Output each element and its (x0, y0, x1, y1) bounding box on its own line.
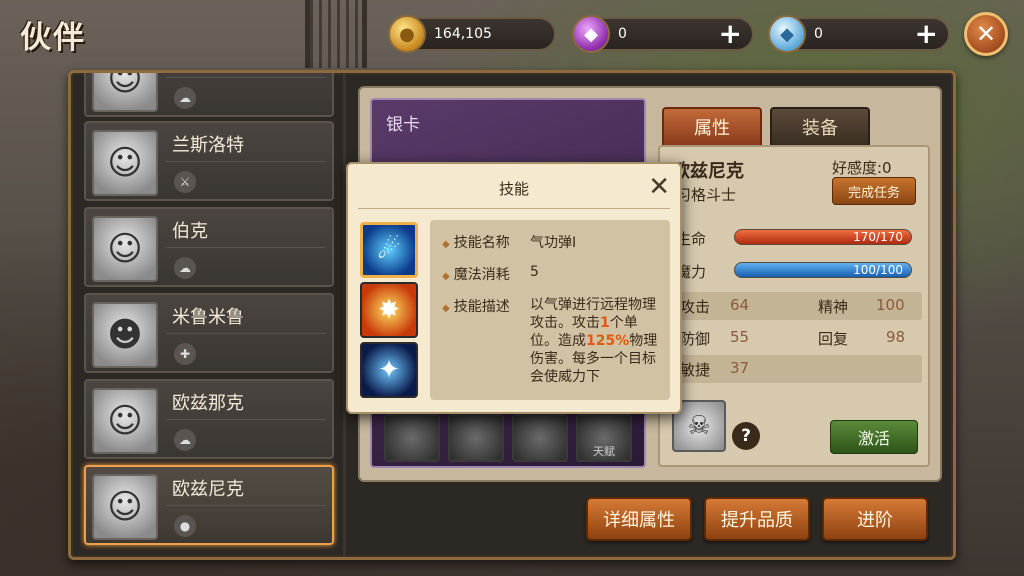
close-button[interactable]: ✕ (964, 12, 1008, 56)
diamond-icon: ◆ (768, 15, 806, 53)
gold-counter: ● 164,105 (388, 15, 556, 53)
recovery-label: 回复 (818, 330, 849, 348)
partner-avatar: ☻ (92, 302, 158, 368)
gold-coin-icon: ● (388, 15, 426, 53)
skill-popup: 技能 ✕ ☄ ✸ ✦ ◆ 技能名称 气功弹Ⅰ ◆ 魔法消耗 5 ◆ 技能描述 以气弹进… (346, 162, 682, 414)
partner-avatar: ☺ (92, 130, 158, 196)
add-diamond-button[interactable]: + (915, 20, 938, 48)
shadow-fighter-skill-icon[interactable]: ✦ (360, 342, 418, 398)
mana-cost-row: ◆ 魔法消耗 (442, 264, 510, 284)
partner-avatar: ☺ (92, 216, 158, 282)
skill-name-value: 气功弹Ⅰ (530, 235, 577, 251)
wind-icon: ☁ (174, 257, 196, 279)
blue-gem-value: 0 (814, 26, 823, 42)
card-rarity: 银卡 (386, 115, 420, 135)
bench-decoration (305, 0, 367, 68)
spirit-value: 100 (876, 296, 905, 314)
upgrade-quality-button[interactable]: 提升品质 (704, 497, 810, 541)
skill-description: 以气弹进行远程物理攻击。攻击1个单位。造成125%物理伤害。每多一个目标会使威力… (530, 296, 662, 386)
partner-name: 欧兹那克 (172, 393, 244, 414)
skill-name-label: 技能名称 (453, 235, 510, 251)
support-icon: ✚ (174, 343, 196, 365)
affinity-value: 好感度:0 (832, 159, 892, 177)
wind-icon: ☁ (174, 429, 196, 451)
card-divider (166, 161, 326, 162)
attack-icon: ⚔ (174, 171, 196, 193)
partner-card-selected[interactable]: ☺ 欧兹尼克 ● (84, 465, 334, 545)
activate-button[interactable]: 激活 (830, 420, 918, 454)
skill-desc-row: ◆ 技能描述 (442, 296, 510, 316)
gold-value: 164,105 (434, 26, 492, 42)
page-title: 伙伴 (20, 20, 86, 56)
partner-name: 伯克 (172, 221, 208, 242)
partner-avatar: ☺ (92, 388, 158, 454)
stat-row-defense: 防御 55 回复 98 (674, 324, 922, 352)
card-divider (166, 247, 326, 248)
skill-slot-3[interactable] (512, 414, 568, 462)
hero-class: 习格斗士 (676, 186, 737, 204)
popup-title: 技能 (498, 180, 529, 198)
diamond-bullet-icon: ◆ (442, 239, 450, 250)
skill-info-panel: ◆ 技能名称 气功弹Ⅰ ◆ 魔法消耗 5 ◆ 技能描述 以气弹进行远程物理攻击。攻击1… (430, 220, 670, 400)
partner-card[interactable]: ☻ 米鲁米鲁 ✚ (84, 293, 334, 373)
qigong-skill-icon[interactable]: ☄ (360, 222, 418, 278)
partner-card[interactable]: ☺ 兰斯洛特 ⚔ (84, 121, 334, 201)
card-divider (166, 77, 326, 78)
card-divider (166, 333, 326, 334)
tab-attributes[interactable]: 属性 (662, 107, 762, 147)
partner-name: 欧兹尼克 (172, 479, 244, 500)
add-purple-gem-button[interactable]: + (719, 20, 742, 48)
card-divider (166, 419, 326, 420)
popup-divider (358, 208, 670, 209)
help-icon[interactable]: ? (732, 422, 760, 450)
purple-gem-icon: ◆ (572, 15, 610, 53)
skill-slot-2[interactable] (448, 414, 504, 462)
hero-name: 欧兹尼克 (672, 161, 744, 182)
partner-avatar: ☺ (92, 73, 158, 112)
defense-value: 55 (730, 328, 750, 346)
partner-name: 米鲁米鲁 (172, 307, 244, 328)
orb-icon: ● (174, 515, 196, 537)
agility-value: 37 (730, 359, 750, 377)
skill-desc-label: 技能描述 (453, 299, 510, 315)
card-divider (166, 505, 326, 506)
mana-cost-value: 5 (530, 264, 539, 280)
details-button[interactable]: 详细属性 (586, 497, 692, 541)
complete-task-button[interactable]: 完成任务 (832, 177, 916, 205)
partner-card[interactable]: ☺ ☁ (84, 73, 334, 117)
desc-highlight: 125% (586, 333, 630, 349)
advance-button[interactable]: 进阶 (822, 497, 928, 541)
mp-bar: 100/100 (734, 262, 912, 278)
popup-close-button[interactable]: ✕ (648, 172, 670, 202)
diamond-bullet-icon: ◆ (442, 271, 450, 282)
fire-burst-skill-icon[interactable]: ✸ (360, 282, 418, 338)
talent-label: 天赋 (593, 445, 615, 458)
skill-slot-1[interactable] (384, 414, 440, 462)
defense-label: 防御 (680, 330, 711, 348)
blue-gem-counter: ◆ 0 + (768, 15, 950, 53)
spirit-label: 精神 (818, 298, 849, 316)
wind-icon: ☁ (174, 87, 196, 109)
attack-value: 64 (730, 296, 750, 314)
stat-row-agility: 敏捷 37 (674, 355, 922, 383)
skill-name-row: ◆ 技能名称 (442, 232, 510, 252)
tab-equipment[interactable]: 装备 (770, 107, 870, 147)
recovery-value: 98 (886, 328, 906, 346)
partner-card[interactable]: ☺ 伯克 ☁ (84, 207, 334, 287)
diamond-bullet-icon: ◆ (442, 303, 450, 314)
attack-label: 攻击 (680, 298, 711, 316)
agility-label: 敏捷 (680, 361, 711, 379)
desc-highlight: 1 (600, 315, 610, 331)
partner-avatar: ☺ (92, 474, 158, 540)
purple-gem-counter: ◆ 0 + (572, 15, 754, 53)
hp-bar: 170/170 (734, 229, 912, 245)
purple-gem-value: 0 (618, 26, 627, 42)
stat-row-attack: 攻击 64 精神 100 (674, 292, 922, 320)
partner-list[interactable]: ☺ ☁ ☺ 兰斯洛特 ⚔ ☺ 伯克 ☁ ☻ 米鲁米鲁 ✚ ☺ 欧兹那克 ☁ ☺ … (80, 73, 338, 556)
partner-card[interactable]: ☺ 欧兹那克 ☁ (84, 379, 334, 459)
partner-name: 兰斯洛特 (172, 135, 244, 156)
mana-cost-label: 魔法消耗 (453, 267, 510, 283)
